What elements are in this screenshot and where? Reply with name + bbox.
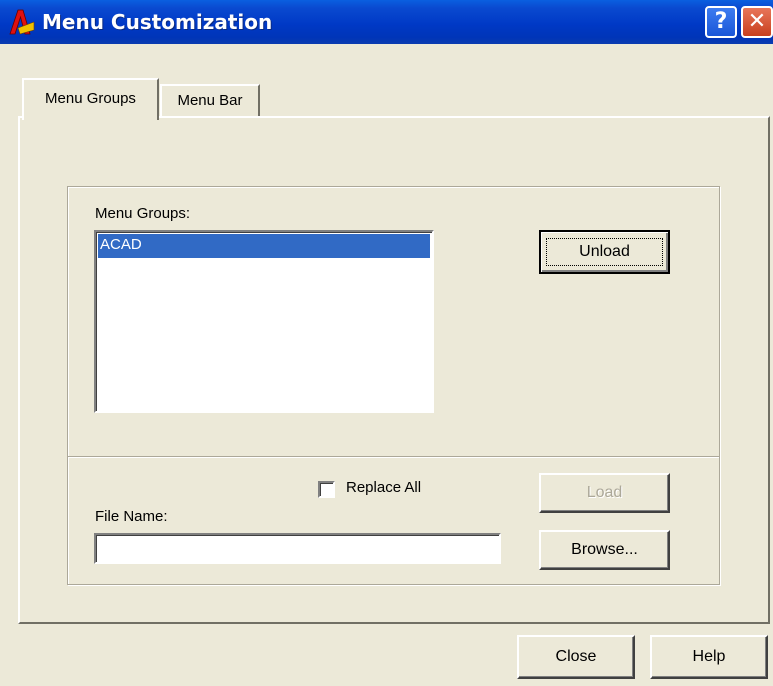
dialog-window: Menu Customization ? ✕ Menu Groups Menu … <box>0 0 773 686</box>
help-button[interactable]: Help <box>650 635 768 679</box>
tab-panel <box>18 116 770 624</box>
autocad-icon <box>9 9 35 35</box>
title-bar[interactable]: Menu Customization ? ✕ <box>0 0 773 44</box>
tab-menu-bar-label: Menu Bar <box>177 92 243 109</box>
tab-menu-groups[interactable]: Menu Groups <box>22 78 159 120</box>
tab-menu-bar[interactable]: Menu Bar <box>160 84 260 116</box>
window-title: Menu Customization <box>42 10 273 34</box>
tab-menu-groups-label: Menu Groups <box>45 90 136 107</box>
question-icon: ? <box>714 9 728 34</box>
close-button[interactable]: Close <box>517 635 635 679</box>
close-title-button[interactable]: ✕ <box>741 6 773 38</box>
help-title-button[interactable]: ? <box>705 6 737 38</box>
close-icon: ✕ <box>747 9 767 34</box>
